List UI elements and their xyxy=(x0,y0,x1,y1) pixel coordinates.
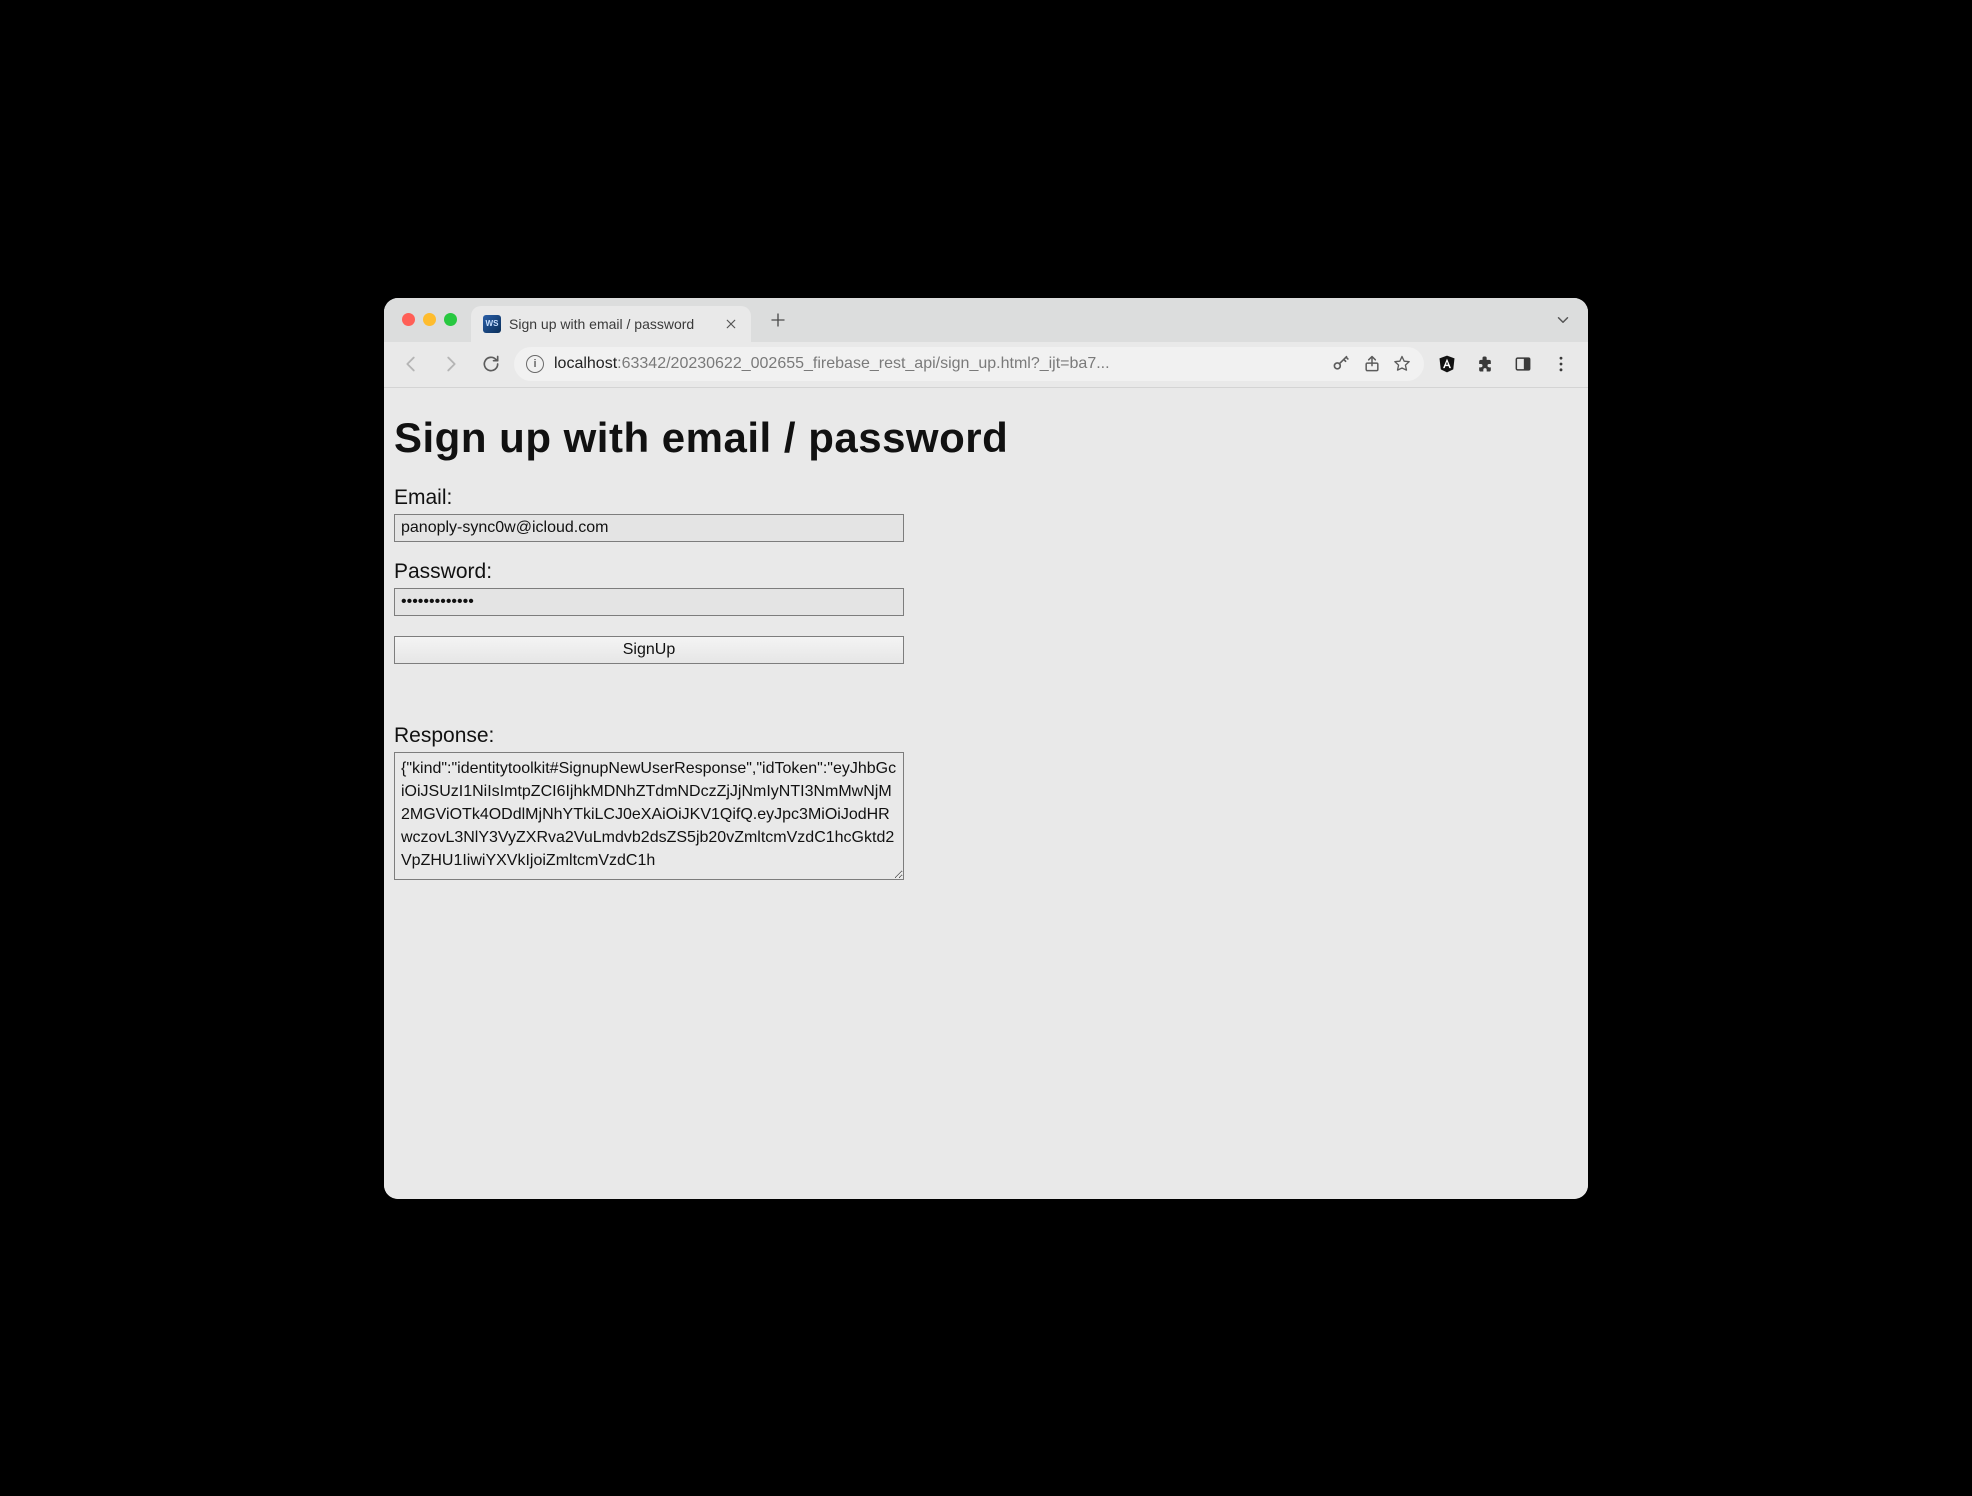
window-minimize-button[interactable] xyxy=(423,313,436,326)
response-label: Response: xyxy=(394,724,1578,748)
tab-favicon-icon xyxy=(483,315,501,333)
window-maximize-button[interactable] xyxy=(444,313,457,326)
traffic-lights xyxy=(394,313,471,326)
url-text: localhost:63342/20230622_002655_firebase… xyxy=(554,355,1320,373)
spacer xyxy=(394,664,1578,706)
extensions-icon[interactable] xyxy=(1468,347,1502,381)
email-label: Email: xyxy=(394,486,1578,510)
response-textarea[interactable] xyxy=(394,752,904,880)
share-icon[interactable] xyxy=(1362,354,1382,374)
nav-reload-button[interactable] xyxy=(474,347,508,381)
window-close-button[interactable] xyxy=(402,313,415,326)
address-bar[interactable]: i localhost:63342/20230622_002655_fireba… xyxy=(514,347,1424,381)
browser-tab[interactable]: Sign up with email / password xyxy=(471,306,751,342)
toolbar-right xyxy=(1430,347,1578,381)
password-input[interactable] xyxy=(394,588,904,616)
url-host: localhost xyxy=(554,355,617,372)
nav-forward-button[interactable] xyxy=(434,347,468,381)
page-heading: Sign up with email / password xyxy=(394,414,1578,462)
url-path: :63342/20230622_002655_firebase_rest_api… xyxy=(617,355,1109,372)
tab-close-button[interactable] xyxy=(723,316,739,332)
password-key-icon[interactable] xyxy=(1330,353,1352,375)
password-label: Password: xyxy=(394,560,1578,584)
browser-window: Sign up with email / password i localhos… xyxy=(384,298,1588,1199)
tabs-overflow-button[interactable] xyxy=(1554,311,1572,329)
side-panel-icon[interactable] xyxy=(1506,347,1540,381)
bookmark-star-icon[interactable] xyxy=(1392,354,1412,374)
email-input[interactable] xyxy=(394,514,904,542)
signup-button[interactable]: SignUp xyxy=(394,636,904,664)
tab-title: Sign up with email / password xyxy=(509,316,715,332)
nav-back-button[interactable] xyxy=(394,347,428,381)
browser-menu-button[interactable] xyxy=(1544,347,1578,381)
browser-toolbar: i localhost:63342/20230622_002655_fireba… xyxy=(384,342,1588,388)
new-tab-button[interactable] xyxy=(763,305,793,335)
page-content: Sign up with email / password Email: Pas… xyxy=(384,388,1588,1199)
angular-devtools-icon[interactable] xyxy=(1430,347,1464,381)
site-info-icon[interactable]: i xyxy=(526,355,544,373)
tab-strip: Sign up with email / password xyxy=(384,298,1588,342)
